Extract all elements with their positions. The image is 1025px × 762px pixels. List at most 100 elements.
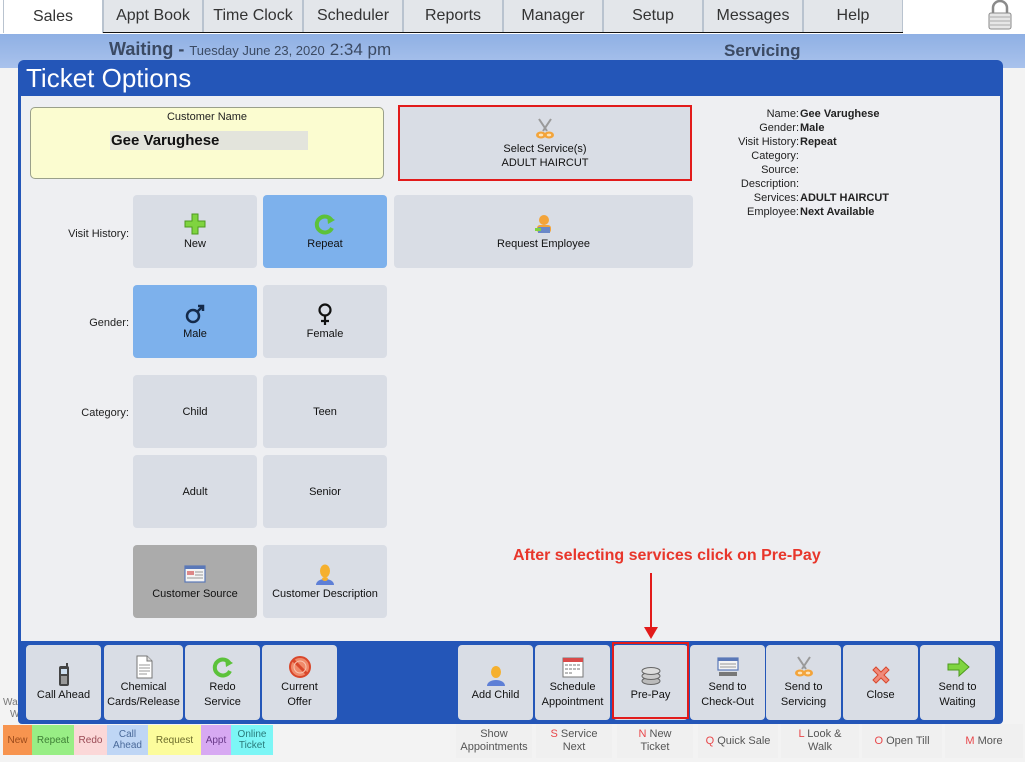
schedule-appointment-line2: Appointment [541, 696, 604, 708]
category-senior-button[interactable]: Senior [263, 455, 387, 528]
send-to-servicing-button[interactable]: Send to Servicing [766, 645, 841, 720]
annotation-arrow-line [650, 573, 652, 629]
tab-time-clock[interactable]: Time Clock [203, 0, 303, 33]
calendar-icon [562, 657, 583, 678]
selected-service-value: ADULT HAIRCUT [501, 156, 589, 169]
pre-pay-label: Pre-Pay [630, 688, 671, 701]
tabs-divider [103, 32, 903, 33]
new-ticket-line1: New [646, 728, 672, 740]
child-icon [486, 665, 505, 686]
chemical-cards-line1: Chemical [120, 681, 167, 693]
visit-repeat-button[interactable]: Repeat [263, 195, 387, 268]
gender-male-button[interactable]: Male [133, 285, 257, 358]
request-employee-button[interactable]: Request Employee [394, 195, 693, 268]
tab-reports[interactable]: Reports [403, 0, 503, 33]
legend-redo: Redo [74, 725, 107, 755]
waiting-list-peek: Wa W [3, 697, 19, 721]
summary-value: Gee Varughese [800, 108, 880, 120]
employee-icon [534, 215, 551, 233]
visit-new-button[interactable]: New [133, 195, 257, 268]
current-offer-line2: Offer [287, 696, 312, 708]
send-to-waiting-line1: Send to [938, 681, 977, 693]
customer-source-button[interactable]: Customer Source [133, 545, 257, 618]
send-to-waiting-button[interactable]: Send to Waiting [920, 645, 995, 720]
legend-call-ahead-line2: Ahead [113, 740, 142, 751]
category-label: Category: [81, 407, 129, 419]
legend-request: Request [148, 725, 201, 755]
select-services-button[interactable]: Select Service(s) ADULT HAIRCUT [398, 105, 692, 181]
hotkey-o: O [874, 734, 884, 747]
call-ahead-button[interactable]: Call Ahead [26, 645, 101, 720]
summary-key: Gender: [759, 122, 799, 134]
summary-key: Services: [753, 192, 799, 204]
request-employee-label: Request Employee [497, 238, 590, 250]
category-child-button[interactable]: Child [133, 375, 257, 448]
current-offer-button[interactable]: Current Offer [262, 645, 337, 720]
service-next-button[interactable]: S Service Next [536, 724, 612, 758]
legend-new: New [3, 725, 32, 755]
legend-online-ticket: Online Ticket [231, 725, 273, 755]
new-ticket-button[interactable]: N New Ticket [617, 724, 693, 758]
summary-row-services: Services: ADULT HAIRCUT [703, 191, 983, 205]
current-time: 2:34 pm [329, 40, 392, 59]
register-icon [716, 657, 739, 676]
close-button[interactable]: Close [843, 645, 918, 720]
new-ticket-line2: Ticket [640, 741, 670, 753]
call-ahead-label: Call Ahead [36, 688, 91, 701]
waiting-label: Waiting - [109, 39, 190, 59]
customer-name-label: Customer Name [166, 111, 248, 123]
summary-key: Name: [766, 108, 799, 120]
schedule-appointment-button[interactable]: Schedule Appointment [535, 645, 610, 720]
category-adult-button[interactable]: Adult [133, 455, 257, 528]
customer-description-button[interactable]: Customer Description [263, 545, 387, 618]
chemical-cards-line2: Cards/Release [107, 696, 180, 708]
hotkey-s: S [550, 728, 558, 740]
gender-male-label: Male [183, 328, 207, 340]
category-child-label: Child [182, 405, 208, 418]
show-appointments-button[interactable]: Show Appointments [456, 724, 532, 758]
customer-description-label: Customer Description [272, 588, 378, 600]
pre-pay-button[interactable]: Pre-Pay [613, 645, 688, 720]
tab-help[interactable]: Help [803, 0, 903, 33]
select-services-label: Select Service(s) [503, 142, 587, 155]
open-till-button[interactable]: O Open Till [862, 724, 942, 758]
hotkey-q: Q [705, 734, 715, 747]
tab-appt-book[interactable]: Appt Book [103, 0, 203, 33]
show-appointments-line1: Show [480, 728, 508, 740]
ticket-options-dialog: Ticket Options Customer Name Gee Varughe… [18, 60, 1003, 724]
more-button[interactable]: M More [945, 724, 1023, 758]
send-to-checkout-button[interactable]: Send to Check-Out [690, 645, 765, 720]
add-child-label: Add Child [471, 688, 520, 701]
tab-manager[interactable]: Manager [503, 0, 603, 33]
service-next-line1: Service [557, 728, 598, 740]
tab-messages[interactable]: Messages [703, 0, 803, 33]
tab-sales[interactable]: Sales [3, 0, 103, 33]
redo-service-button[interactable]: Redo Service [185, 645, 260, 720]
summary-value [799, 163, 800, 177]
redo-service-line1: Redo [209, 681, 236, 693]
customer-name-box: Customer Name Gee Varughese [30, 107, 384, 179]
summary-value [799, 177, 800, 191]
tab-scheduler[interactable]: Scheduler [303, 0, 403, 33]
quick-sale-button[interactable]: Q Quick Sale [698, 724, 778, 758]
male-symbol-icon [185, 304, 205, 324]
summary-value: Repeat [800, 136, 837, 148]
summary-value [799, 149, 800, 163]
chemical-cards-button[interactable]: Chemical Cards/Release [104, 645, 183, 720]
gender-female-button[interactable]: Female [263, 285, 387, 358]
look-walk-line1: Look & [804, 728, 842, 740]
look-walk-button[interactable]: L Look & Walk [781, 724, 859, 758]
dialog-body: Customer Name Gee Varughese Select Servi… [21, 96, 1000, 641]
tab-setup[interactable]: Setup [603, 0, 703, 33]
category-teen-button[interactable]: Teen [263, 375, 387, 448]
summary-value: Next Available [800, 206, 875, 218]
ticket-summary: Name: Gee Varughese Gender: Male Visit His… [703, 107, 983, 219]
legend-call-ahead: Call Ahead [107, 725, 148, 755]
legend-request-label: Request [155, 734, 194, 746]
customer-name-field[interactable]: Gee Varughese [110, 131, 308, 150]
lock-icon[interactable] [987, 0, 1013, 30]
summary-key: Visit History: [738, 136, 799, 148]
visit-repeat-label: Repeat [307, 238, 343, 250]
summary-row-visit-history: Visit History: Repeat [703, 135, 983, 149]
add-child-button[interactable]: Add Child [458, 645, 533, 720]
